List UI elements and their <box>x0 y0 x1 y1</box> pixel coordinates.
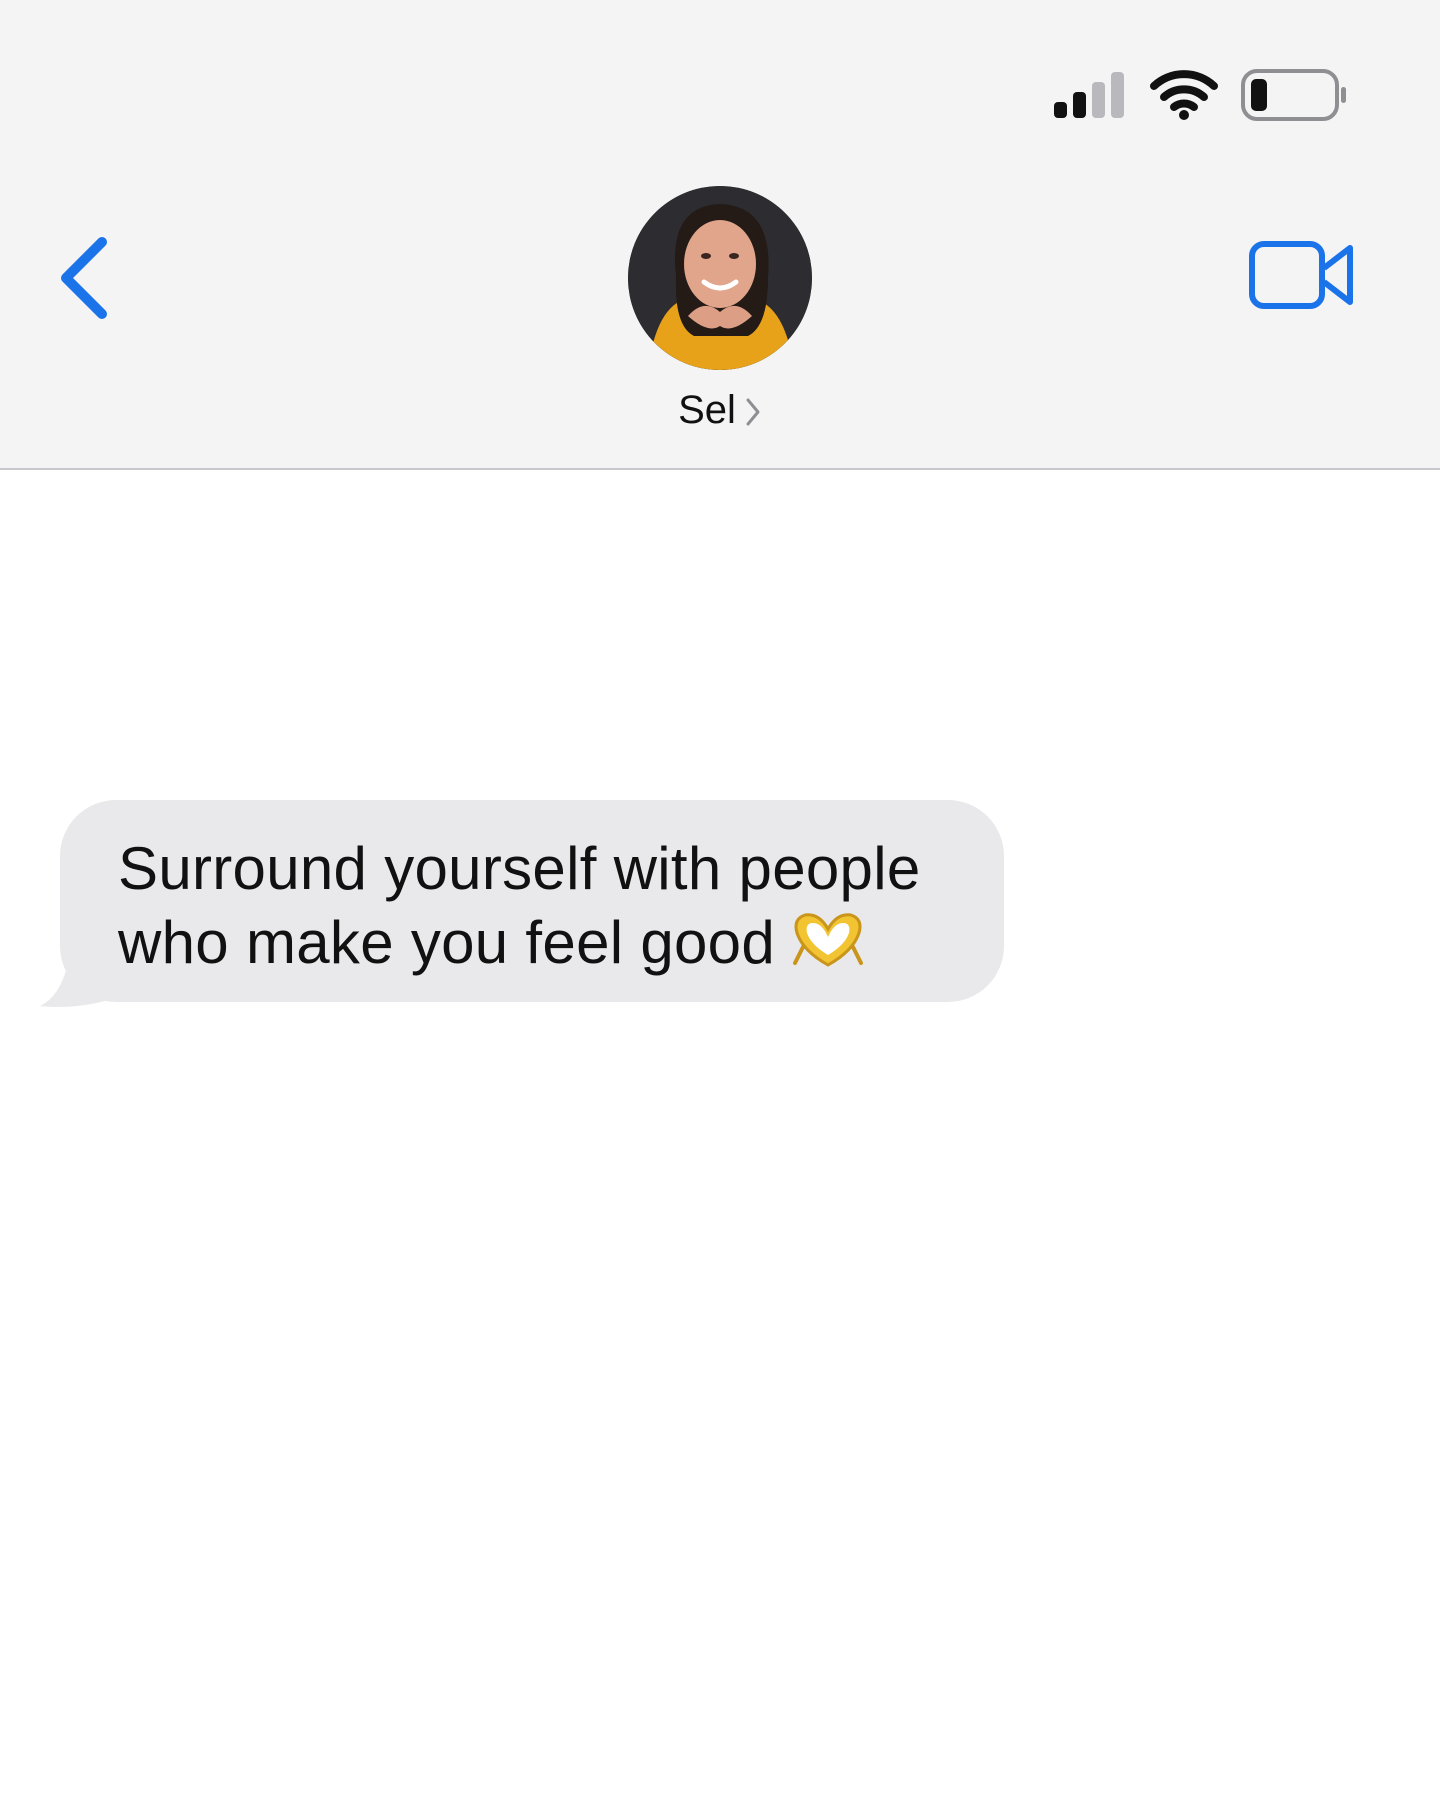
navigation-header: Sel <box>0 0 1440 470</box>
heart-hands-emoji <box>793 913 864 967</box>
avatar[interactable] <box>628 186 812 370</box>
battery-low-icon <box>1241 69 1346 121</box>
chevron-left-icon <box>61 237 107 319</box>
cellular-signal-icon <box>1054 72 1124 118</box>
contact-photo <box>628 186 812 370</box>
chevron-right-icon <box>746 398 760 426</box>
message-line-2: who make you feel good <box>118 909 776 976</box>
back-button[interactable] <box>50 228 120 328</box>
contact-name-row[interactable]: Sel <box>560 386 880 434</box>
incoming-message[interactable]: Surround yourself with people who make y… <box>36 800 1016 1010</box>
message-text: Surround yourself with people who make y… <box>118 832 998 980</box>
status-bar <box>0 0 1440 140</box>
wifi-icon <box>1150 70 1218 120</box>
message-line-2-row: who make you feel good <box>118 906 998 980</box>
video-call-button[interactable] <box>1248 236 1358 316</box>
message-thread[interactable]: Surround yourself with people who make y… <box>0 470 1440 1796</box>
contact-header[interactable]: Sel <box>560 180 880 440</box>
video-camera-icon <box>1249 241 1353 309</box>
contact-name: Sel <box>678 388 736 432</box>
message-line-1: Surround yourself with people <box>118 835 921 902</box>
